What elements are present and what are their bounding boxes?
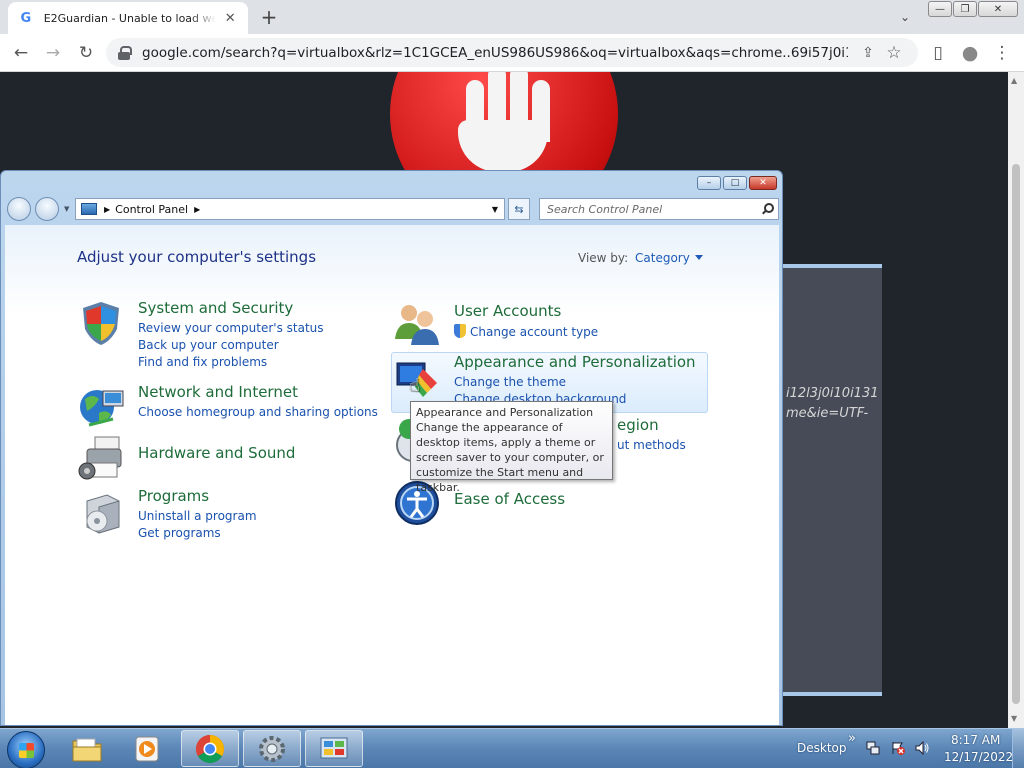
taskbar: Desktop » 8:17 AM 12/17/2022	[0, 728, 1024, 768]
browser-toolbar: ← → ↻ google.com/search?q=virtualbox&rlz…	[0, 34, 1024, 71]
mouse-cursor-hand-icon: ☝	[409, 375, 420, 396]
control-panel-content: Adjust your computer's settings View by:…	[5, 225, 779, 725]
desktop-toolbar-label[interactable]: Desktop	[797, 741, 847, 755]
cp-back-icon[interactable]	[7, 197, 31, 221]
address-dropdown-icon[interactable]: ▼	[492, 205, 498, 214]
gear-icon	[259, 735, 285, 762]
chrome-icon	[196, 734, 224, 763]
cp-address-bar[interactable]: ▶ Control Panel ▶ ▼	[75, 198, 505, 220]
breadcrumb[interactable]: Control Panel	[115, 203, 188, 216]
lock-icon[interactable]	[118, 45, 132, 60]
taskbar-settings[interactable]	[243, 730, 301, 767]
tab-search-icon[interactable]: ⌄	[894, 6, 916, 28]
clock-time[interactable]: 8:17 AM	[951, 733, 1000, 747]
category-appearance-and-personalization[interactable]: Appearance and Personalization	[454, 353, 696, 371]
clock-date[interactable]: 12/17/2022	[944, 750, 1013, 764]
page-title: Adjust your computer's settings	[77, 248, 317, 266]
category-network-and-internet[interactable]: Network and Internet	[138, 383, 298, 401]
control-panel-icon	[320, 737, 348, 758]
minimize-button[interactable]: —	[928, 1, 952, 17]
link-get-programs[interactable]: Get programs	[138, 526, 221, 540]
recent-pages-chevron-icon[interactable]: ▼	[64, 205, 69, 213]
taskbar-media-player[interactable]	[118, 730, 176, 767]
url-text[interactable]: google.com/search?q=virtualbox&rlz=1C1GC…	[142, 45, 848, 61]
cp-close-button[interactable]: ✕	[749, 176, 777, 190]
refresh-icon[interactable]: ⇆	[508, 198, 530, 220]
link-review-status[interactable]: Review your computer's status	[138, 321, 324, 335]
share-icon[interactable]: ⇪	[856, 41, 880, 65]
side-panel-icon[interactable]: ▯	[925, 40, 951, 66]
address-bar[interactable]: google.com/search?q=virtualbox&rlz=1C1GC…	[106, 38, 918, 67]
page-url-fragment: i12l3j0i10i131	[786, 386, 879, 401]
link-back-up[interactable]: Back up your computer	[138, 338, 279, 352]
page-content-panel	[782, 264, 882, 696]
back-icon[interactable]: ←	[8, 40, 34, 66]
breadcrumb-arrow-icon[interactable]: ▶	[104, 205, 110, 214]
tooltip: Appearance and Personalization Change th…	[410, 401, 613, 494]
system-security-shield-icon[interactable]	[77, 299, 125, 347]
tab-strip: G E2Guardian - Unable to load website ✕ …	[0, 0, 1024, 34]
hardware-printer-icon[interactable]	[77, 433, 125, 481]
restore-button[interactable]: ❐	[953, 1, 977, 17]
link-homegroup-sharing[interactable]: Choose homegroup and sharing options	[138, 405, 378, 419]
profile-avatar-icon[interactable]: ●	[957, 40, 983, 66]
cp-maximize-button[interactable]: □	[723, 176, 747, 190]
programs-box-icon[interactable]	[77, 489, 125, 537]
google-favicon-icon: G	[20, 10, 32, 26]
page-scrollbar[interactable]: ▲ ▼	[1008, 72, 1024, 728]
bookmark-star-icon[interactable]: ☆	[882, 41, 906, 65]
network-tray-icon[interactable]	[866, 741, 880, 755]
network-globe-icon[interactable]	[77, 383, 125, 431]
taskbar-control-panel[interactable]	[305, 730, 363, 767]
link-change-theme[interactable]: Change the theme	[454, 375, 566, 389]
page-url-fragment: me&ie=UTF-	[786, 406, 869, 421]
folder-icon	[72, 738, 102, 761]
control-panel-icon	[81, 203, 97, 215]
taskbar-explorer[interactable]	[58, 730, 116, 767]
action-center-flag-icon[interactable]	[891, 741, 905, 755]
media-player-icon	[135, 736, 159, 761]
category-programs[interactable]: Programs	[138, 487, 209, 505]
browser-tab[interactable]: G E2Guardian - Unable to load website ✕	[8, 2, 248, 34]
search-icon[interactable]	[761, 203, 774, 215]
close-tab-icon[interactable]: ✕	[222, 10, 238, 26]
new-tab-button[interactable]: +	[258, 5, 280, 29]
scroll-up-icon[interactable]: ▲	[1011, 76, 1017, 85]
browser-chrome: G E2Guardian - Unable to load website ✕ …	[0, 0, 1024, 72]
link-uninstall-program[interactable]: Uninstall a program	[138, 509, 257, 523]
start-button-windows-icon[interactable]	[7, 731, 45, 768]
uac-shield-icon	[454, 324, 466, 338]
view-by-label: View by:	[578, 251, 629, 265]
link-change-account-type[interactable]: Change account type	[454, 324, 598, 339]
reload-icon[interactable]: ↻	[73, 40, 99, 66]
link-input-methods[interactable]: ut methods	[617, 438, 686, 452]
category-user-accounts[interactable]: User Accounts	[454, 302, 561, 320]
toolbar-chevron-icon[interactable]: »	[848, 731, 856, 746]
category-clock-language-region[interactable]: egion	[617, 416, 659, 434]
volume-icon[interactable]	[915, 741, 929, 755]
control-panel-window: – □ ✕ ▼ ▶ Control Panel ▶ ▼ ⇆ Adjust you…	[0, 170, 783, 726]
link-find-fix-problems[interactable]: Find and fix problems	[138, 355, 267, 369]
breadcrumb-arrow-icon[interactable]: ▶	[194, 205, 200, 214]
cp-minimize-button[interactable]: –	[697, 176, 721, 190]
show-desktop-button[interactable]	[1012, 729, 1024, 768]
view-by-dropdown[interactable]: Category	[635, 251, 703, 265]
browser-menu-icon[interactable]: ⋮	[989, 40, 1015, 66]
forward-icon[interactable]: →	[40, 40, 66, 66]
category-system-and-security[interactable]: System and Security	[138, 299, 293, 317]
close-window-button[interactable]: ✕	[978, 1, 1018, 17]
search-control-panel-input[interactable]	[539, 198, 779, 220]
scroll-down-icon[interactable]: ▼	[1011, 714, 1017, 723]
user-accounts-icon[interactable]	[393, 299, 441, 347]
tooltip-title: Appearance and Personalization	[416, 406, 594, 419]
scroll-thumb[interactable]	[1012, 164, 1020, 704]
taskbar-chrome[interactable]	[181, 730, 239, 767]
category-hardware-and-sound[interactable]: Hardware and Sound	[138, 444, 295, 462]
cp-forward-icon[interactable]	[35, 197, 59, 221]
tooltip-body: Change the appearance of desktop items, …	[416, 421, 604, 494]
tab-title: E2Guardian - Unable to load website	[43, 11, 217, 25]
